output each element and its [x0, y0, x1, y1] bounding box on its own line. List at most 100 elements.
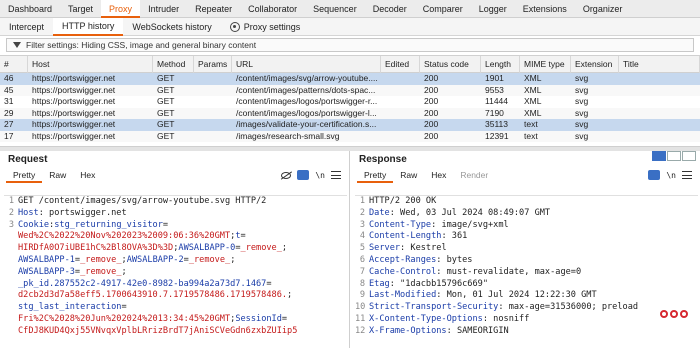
- topnav-tab-sequencer[interactable]: Sequencer: [305, 0, 365, 18]
- column-header[interactable]: Edited: [381, 56, 420, 73]
- code-segment: : must-revalidate, max-age=0: [436, 266, 582, 277]
- request-tab-pretty[interactable]: Pretty: [6, 169, 43, 183]
- code-segment: Cache-Control: [369, 266, 437, 277]
- topnav-tab-target[interactable]: Target: [60, 0, 101, 18]
- line-number: 10: [355, 302, 366, 313]
- code-segment: SessionId: [235, 313, 282, 324]
- code-segment: : Kestrel: [400, 243, 447, 254]
- response-tab-render[interactable]: Render: [453, 169, 495, 183]
- table-cell: [381, 119, 420, 131]
- table-cell: 17: [4, 130, 14, 141]
- newline-icon[interactable]: \n: [666, 171, 676, 180]
- response-tab-pretty[interactable]: Pretty: [357, 169, 394, 183]
- code-segment: _remove_: [80, 254, 122, 265]
- topnav-tab-proxy[interactable]: Proxy: [101, 0, 141, 18]
- topnav-tab-collaborator[interactable]: Collaborator: [240, 0, 305, 18]
- table-cell: svg: [575, 130, 589, 141]
- code-segment: =: [266, 278, 272, 289]
- table-row[interactable]: 17 https://portswigger.net GET/images/rese…: [0, 130, 700, 142]
- topnav-tab-repeater[interactable]: Repeater: [187, 0, 240, 18]
- table-cell: 29: [4, 107, 14, 118]
- code-segment: AWSALBAPP-2: [126, 254, 184, 265]
- table-cell: [619, 108, 700, 120]
- column-header[interactable]: Params: [194, 56, 232, 73]
- topnav-tab-logger[interactable]: Logger: [471, 0, 515, 18]
- layout-stacked-icon[interactable]: [667, 151, 681, 161]
- topnav-tab-intruder[interactable]: Intruder: [140, 0, 187, 18]
- table-row[interactable]: 29 https://portswigger.net GET/content/ima…: [0, 107, 700, 120]
- response-tab-raw[interactable]: Raw: [393, 169, 424, 183]
- table-cell: [381, 85, 420, 97]
- request-view-tabs: Pretty Raw Hex \n: [0, 169, 349, 183]
- table-cell: 200: [424, 96, 439, 106]
- line-number: [4, 290, 18, 302]
- table-cell: text: [524, 130, 538, 141]
- code-segment: Cookie: [18, 219, 50, 230]
- hide-eye-icon[interactable]: [281, 171, 292, 179]
- table-cell: svg: [575, 96, 589, 106]
- proxy-settings-button[interactable]: Proxy settings: [221, 18, 310, 36]
- request-tab-raw[interactable]: Raw: [42, 169, 73, 183]
- table-cell: XML: [524, 107, 542, 118]
- table-cell: 11444: [485, 96, 509, 106]
- column-header[interactable]: Method: [153, 56, 194, 73]
- table-row[interactable]: 31 https://portswigger.net GET/content/ima…: [0, 96, 700, 108]
- table-cell: svg: [575, 73, 589, 83]
- code-line: 6 Accept-Ranges: bytes: [355, 255, 698, 267]
- proxy-settings-label: Proxy settings: [243, 21, 301, 32]
- menu-icon[interactable]: [682, 171, 692, 179]
- code-segment: Accept-Ranges: [369, 254, 437, 265]
- column-header[interactable]: URL: [232, 56, 381, 73]
- table-cell: [381, 108, 420, 120]
- table-cell: https://portswigger.net: [32, 119, 116, 129]
- tab-websockets-history[interactable]: WebSockets history: [123, 18, 220, 36]
- code-segment: Strict-Transport-Security: [369, 302, 499, 313]
- topnav-tab-comparer[interactable]: Comparer: [415, 0, 471, 18]
- table-row[interactable]: 45 https://portswigger.net GET/content/ima…: [0, 84, 700, 97]
- table-cell: GET: [157, 130, 175, 141]
- response-tab-hex[interactable]: Hex: [424, 169, 453, 183]
- code-segment: X-Content-Type-Options: [369, 313, 483, 324]
- column-header[interactable]: MIME type: [520, 56, 571, 73]
- newline-icon[interactable]: \n: [315, 171, 325, 180]
- layout-side-by-side-icon[interactable]: [652, 151, 666, 161]
- response-editor[interactable]: 1 HTTP/2 200 OK 2 Date: Wed, 03 Jul 2024 08…: [355, 195, 698, 348]
- request-tab-hex[interactable]: Hex: [73, 169, 102, 183]
- topnav-tab-organizer[interactable]: Organizer: [575, 0, 631, 18]
- tab-http-history[interactable]: HTTP history: [53, 18, 124, 36]
- table-cell: GET: [157, 107, 175, 118]
- table-cell: [619, 73, 700, 85]
- top-nav: Dashboard Target Proxy Intruder Repeater Coll…: [0, 0, 700, 18]
- wrap-lines-icon[interactable]: [648, 170, 661, 180]
- code-segment: : nosniff: [482, 313, 530, 324]
- code-line: 2 Date: Wed, 03 Jul 2024 08:49:07 GMT: [355, 208, 698, 220]
- topnav-tab-extensions[interactable]: Extensions: [515, 0, 575, 18]
- code-line: 9 Last-Modified: Mon, 01 Jul 2024 12:22:3…: [355, 290, 698, 302]
- table-cell: GET: [157, 119, 175, 129]
- table-cell: 200: [424, 119, 439, 129]
- wrap-lines-icon[interactable]: [297, 170, 310, 180]
- table-row[interactable]: 27 https://portswigger.net GET/images/vali…: [0, 119, 700, 131]
- code-segment: : Wed, 03 Jul 2024 08:49:07 GMT: [389, 207, 551, 218]
- column-header[interactable]: Status code: [420, 56, 481, 73]
- topnav-tab-dashboard[interactable]: Dashboard: [0, 0, 60, 18]
- filter-bar[interactable]: Filter settings: Hiding CSS, image and g…: [6, 38, 694, 52]
- code-segment: : 361: [441, 231, 468, 242]
- code-segment: _remove_: [188, 254, 231, 265]
- layout-single-icon[interactable]: [682, 151, 696, 161]
- column-header[interactable]: Extension: [571, 56, 619, 73]
- line-number: 3: [8, 219, 14, 230]
- request-editor[interactable]: 1 GET /content/images/svg/arrow-youtube.s…: [4, 195, 347, 348]
- column-header[interactable]: Length: [481, 56, 520, 73]
- code-segment: Content-Type: [369, 219, 432, 230]
- column-header[interactable]: Host: [28, 56, 153, 73]
- topnav-tab-decoder[interactable]: Decoder: [365, 0, 415, 18]
- menu-icon[interactable]: [331, 171, 341, 179]
- table-row[interactable]: 46 https://portswigger.net GET/content/ima…: [0, 73, 700, 85]
- column-header[interactable]: Title: [619, 56, 700, 73]
- code-segment: : Mon, 01 Jul 2024 12:22:30 GMT: [436, 290, 597, 301]
- code-line: 5 Server: Kestrel: [355, 243, 698, 255]
- tab-intercept[interactable]: Intercept: [0, 18, 53, 36]
- code-segment: : SAMEORIGIN: [446, 325, 509, 336]
- column-header[interactable]: #: [0, 56, 28, 73]
